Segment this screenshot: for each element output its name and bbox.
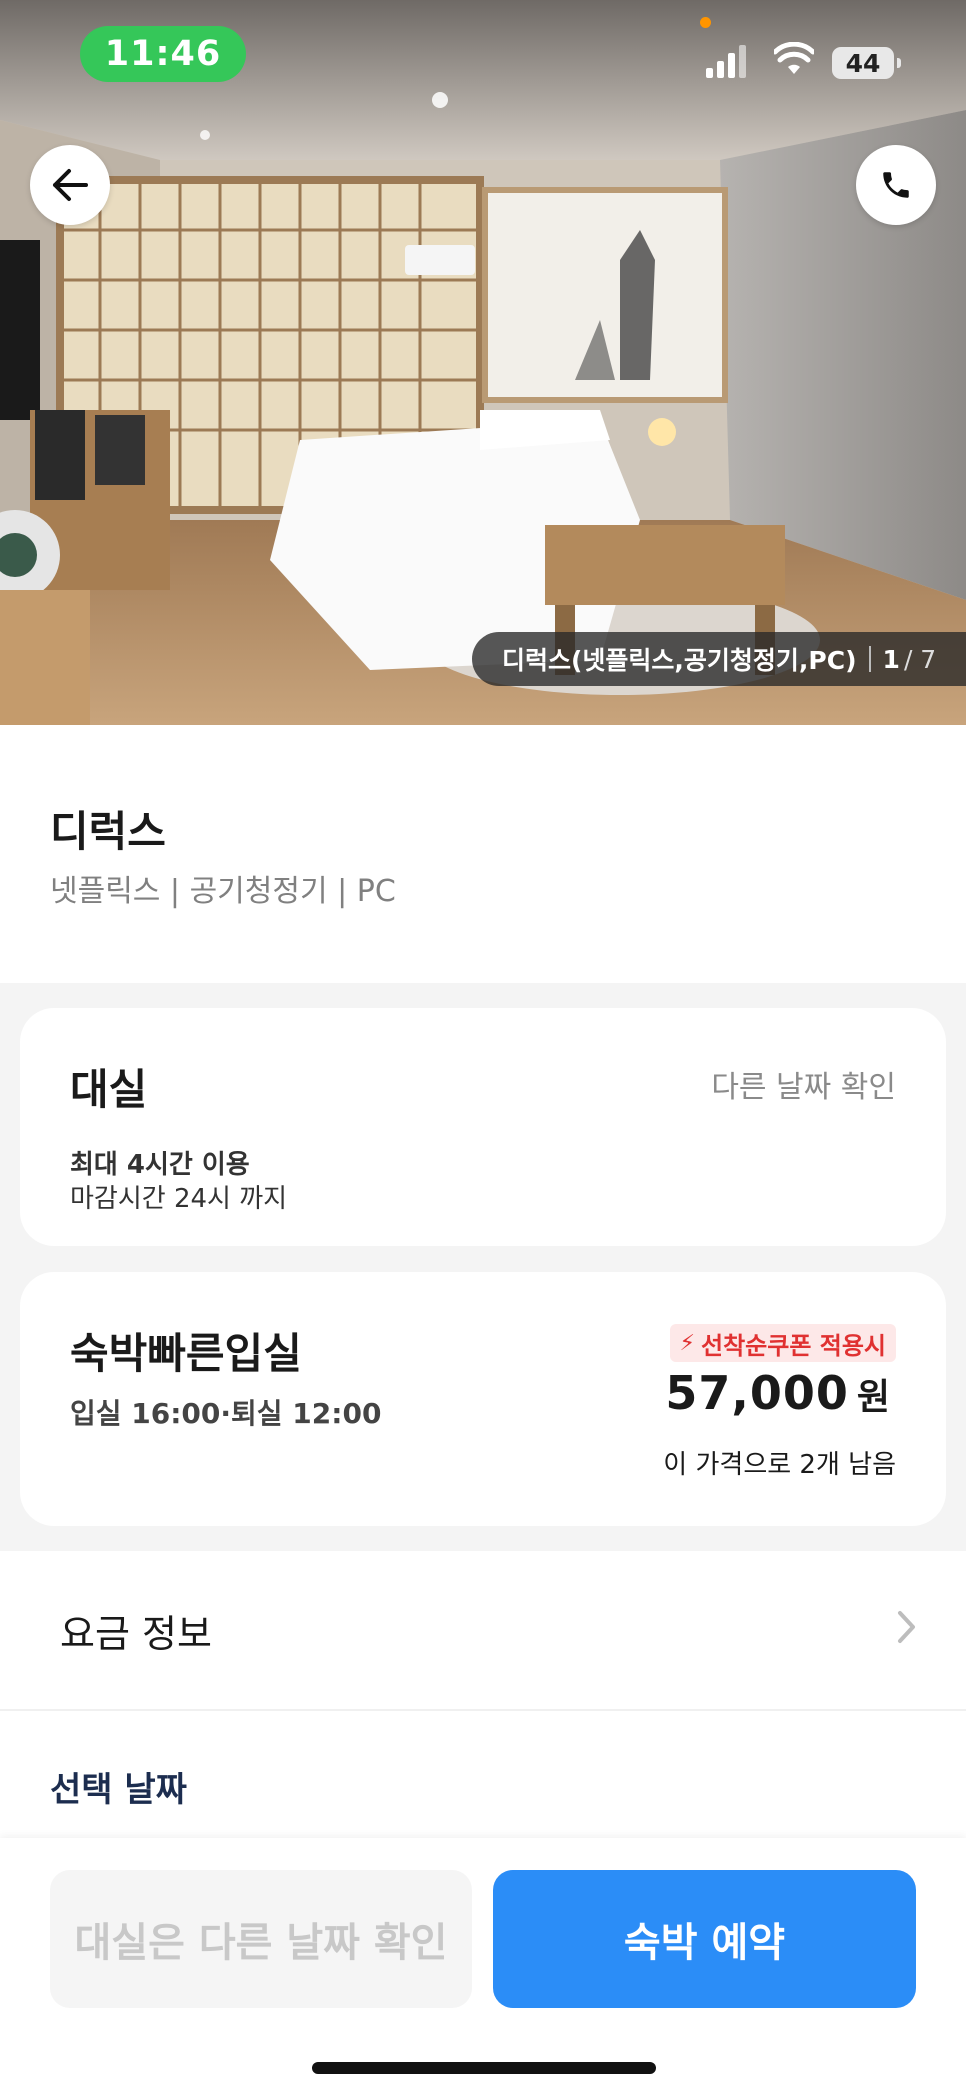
privacy-indicator-dot — [700, 17, 711, 28]
book-overnight-button[interactable]: 숙박 예약 — [493, 1870, 916, 2008]
coupon-label: 선착순쿠폰 적용시 — [701, 1331, 886, 1360]
selected-date-heading: 선택 날짜 — [50, 1770, 187, 1810]
back-button[interactable] — [30, 145, 110, 225]
photo-caption: 디럭스(넷플릭스,공기청정기,PC) 1 / 7 — [472, 632, 966, 686]
price-currency: 원 — [856, 1377, 890, 1418]
daystay-usage: 최대 4시간 이용 — [70, 1150, 250, 1180]
wifi-icon — [774, 42, 814, 74]
overnight-card[interactable]: 숙박빠른입실 입실 16:00·퇴실 12:00 ⚡ 선착순쿠폰 적용시 57,… — [20, 1272, 946, 1526]
price: 57,000 원 — [665, 1366, 890, 1420]
coupon-badge: ⚡ 선착순쿠폰 적용시 — [669, 1324, 896, 1362]
room-photo[interactable]: 11:46 44 디럭스(넷플릭스,공기청정기,PC) 1 / 7 — [0, 0, 966, 725]
photo-caption-text: 디럭스(넷플릭스,공기청정기,PC) — [502, 646, 857, 675]
rate-info-row[interactable]: 요금 정보 — [0, 1551, 966, 1711]
rate-info-label: 요금 정보 — [60, 1612, 212, 1656]
daystay-disabled-button[interactable]: 대실은 다른 날짜 확인 — [50, 1870, 472, 2008]
price-value: 57,000 — [665, 1366, 849, 1420]
daystay-card[interactable]: 대실 다른 날짜 확인 최대 4시간 이용 마감시간 24시 까지 — [20, 1008, 946, 1246]
daystay-deadline: 마감시간 24시 까지 — [70, 1184, 288, 1214]
other-date-link[interactable]: 다른 날짜 확인 — [711, 1062, 896, 1106]
home-indicator[interactable] — [312, 2062, 656, 2074]
checkin-checkout-times: 입실 16:00·퇴실 12:00 — [70, 1397, 382, 1430]
photo-index-total: / 7 — [903, 644, 937, 674]
room-amenities: 넷플릭스 | 공기청정기 | PC — [50, 874, 396, 909]
lightning-icon: ⚡ — [679, 1330, 695, 1356]
bottom-action-bar: 대실은 다른 날짜 확인 숙박 예약 — [0, 1838, 966, 2091]
call-button[interactable] — [856, 145, 936, 225]
daystay-title: 대실 — [70, 1065, 148, 1114]
caption-divider — [868, 646, 871, 672]
overnight-title: 숙박빠른입실 — [70, 1329, 302, 1378]
photo-index-current: 1 — [882, 644, 900, 674]
chevron-right-icon — [898, 1611, 915, 1643]
remaining-rooms: 이 가격으로 2개 남음 — [663, 1450, 896, 1480]
battery-indicator: 44 — [832, 47, 901, 79]
room-photo-image — [0, 0, 966, 725]
room-title: 디럭스 — [50, 807, 166, 856]
status-time: 11:46 — [80, 26, 246, 82]
phone-icon — [883, 172, 909, 198]
cellular-signal-icon — [706, 45, 746, 78]
back-arrow-icon — [53, 169, 88, 201]
